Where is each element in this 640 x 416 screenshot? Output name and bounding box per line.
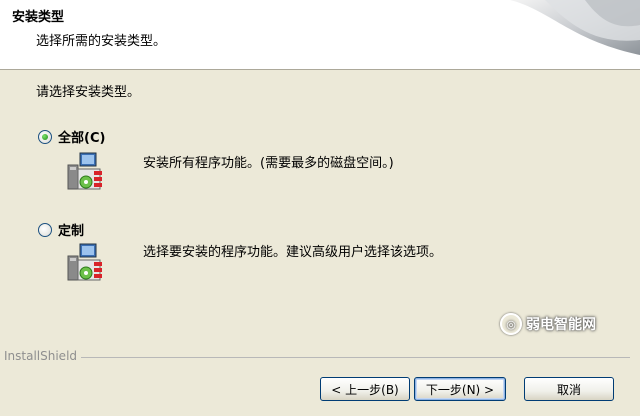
- option-complete-description: 安装所有程序功能。(需要最多的磁盘空间。): [143, 156, 394, 171]
- watermark-text: 弱电智能网: [526, 317, 596, 333]
- installshield-separator: InstallShield: [0, 349, 640, 365]
- header-subtitle: 选择所需的安装类型。: [36, 34, 167, 49]
- header-title: 安装类型: [12, 10, 65, 25]
- dialog-body: 请选择安装类型。 全部(C) 安装所有程序功能。(需要最多的磁盘空间。) 定制 …: [0, 71, 640, 416]
- option-custom[interactable]: 定制: [38, 220, 84, 239]
- back-button[interactable]: < 上一步(B): [320, 377, 410, 401]
- setup-custom-icon: [67, 243, 102, 281]
- prompt-text: 请选择安装类型。: [36, 85, 141, 100]
- dialog-header: 安装类型 选择所需的安装类型。: [0, 0, 640, 70]
- option-complete-label: 全部(C): [58, 131, 106, 146]
- installshield-brand: InstallShield: [4, 349, 82, 363]
- option-custom-label: 定制: [58, 224, 85, 239]
- cancel-button[interactable]: 取消: [524, 377, 614, 401]
- separator-line: [4, 357, 630, 358]
- installshield-swirl-graphic: [510, 0, 640, 55]
- option-complete[interactable]: 全部(C): [38, 127, 105, 146]
- setup-complete-icon: [67, 152, 102, 190]
- radio-custom[interactable]: [38, 222, 52, 237]
- radio-complete[interactable]: [38, 129, 52, 144]
- option-custom-description: 选择要安装的程序功能。建议高级用户选择该选项。: [143, 245, 443, 260]
- watermark: ◎ 弱电智能网: [500, 304, 640, 344]
- next-button[interactable]: 下一步(N) >: [414, 377, 506, 401]
- watermark-logo-icon: ◎: [500, 313, 522, 335]
